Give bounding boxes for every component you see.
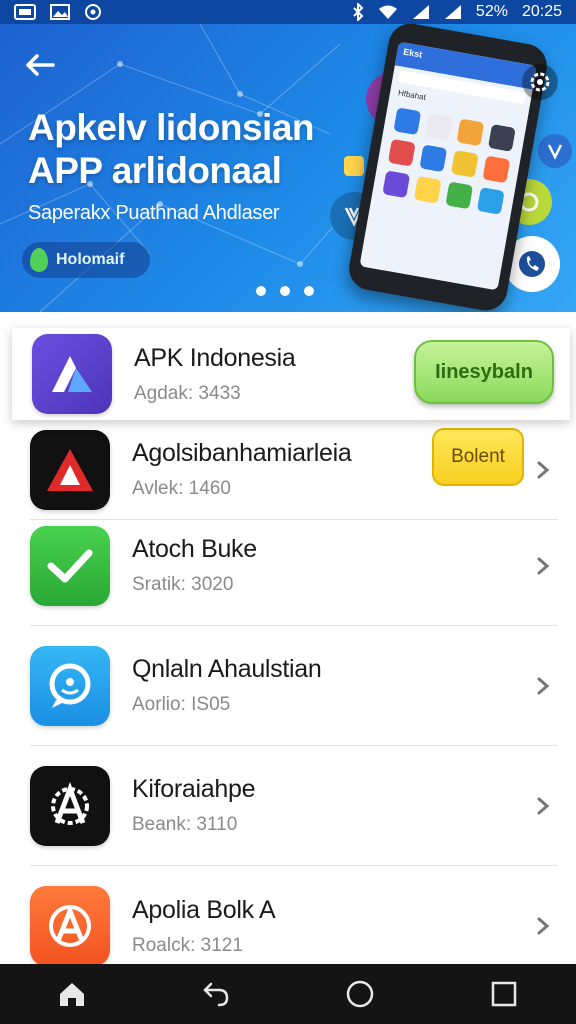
phone-grid-item xyxy=(476,187,505,215)
signal-icon-2 xyxy=(444,4,462,20)
banner-pill-label: Holomaif xyxy=(56,251,125,268)
phone-grid-item xyxy=(487,124,516,152)
home-circle-button[interactable] xyxy=(330,964,390,1024)
banner-title-line1: Apkelv lidonsian xyxy=(28,107,315,148)
apk-indonesia-icon xyxy=(32,334,112,414)
app-name: Apolia Bolk A xyxy=(132,895,276,924)
app-name: Kiforaiahpe xyxy=(132,775,256,803)
app-meta: Avlek: 1460 xyxy=(132,478,231,499)
phone-grid-item xyxy=(387,138,416,167)
carousel-dot[interactable] xyxy=(304,286,314,296)
gear-icon xyxy=(530,72,550,92)
banner-subtitle: Saperakx Puathnad Ahdlaser xyxy=(28,202,280,224)
smile-chat-icon xyxy=(30,645,110,726)
circle-home-icon xyxy=(346,980,374,1008)
phone-grid-item xyxy=(482,155,511,184)
bluetooth-icon xyxy=(352,3,364,21)
chevron-right-icon xyxy=(537,461,550,478)
checkmark-icon xyxy=(30,525,110,606)
promo-banner[interactable]: Apkelv lidonsian APP arlidonaal Saperakx… xyxy=(0,24,576,312)
phone-grid-item xyxy=(424,112,453,141)
action-button[interactable]: Bolent xyxy=(432,428,524,486)
arrow-left-icon xyxy=(26,54,55,76)
bolt-bubble-icon xyxy=(344,156,364,176)
phone-grid-item xyxy=(456,118,485,147)
featured-app-meta: Agdak: 3433 xyxy=(134,382,241,404)
chevron-right-icon xyxy=(537,557,550,574)
chevron-right-icon xyxy=(537,917,550,935)
phone-grid-item xyxy=(445,181,474,210)
app-name: Agolsibanhamiarleia xyxy=(132,439,352,467)
sync-icon xyxy=(84,3,102,21)
featured-app-name: APK Indonesia xyxy=(134,343,296,372)
carousel-dot[interactable] xyxy=(280,286,290,296)
undo-back-icon xyxy=(203,982,229,1007)
back-nav-button[interactable] xyxy=(186,964,246,1024)
carousel-indicator xyxy=(256,286,314,296)
app-notification-icon xyxy=(14,4,36,20)
orange-a-icon xyxy=(30,886,110,966)
red-a-icon xyxy=(30,429,110,510)
settings-button[interactable] xyxy=(522,64,558,100)
chevron-right-icon xyxy=(537,797,550,814)
banner-title: Apkelv lidonsian APP arlidonaal xyxy=(28,106,315,192)
phone-grid-item xyxy=(419,144,448,173)
app-meta: Sratik: 3020 xyxy=(132,574,234,595)
app-name: Qnlaln Ahaulstian xyxy=(132,655,322,683)
a-gear-icon xyxy=(30,765,110,846)
phone-grid-item xyxy=(393,107,422,136)
phone-screen: Ekst Hfbahat xyxy=(359,41,537,291)
clock: 20:25 xyxy=(521,3,562,20)
app-name: Atoch Buke xyxy=(132,535,257,563)
install-button[interactable]: Iinesybaln xyxy=(414,340,554,404)
list-item[interactable]: Kiforaiahpe Beank: 3110 xyxy=(30,746,558,866)
square-recents-icon xyxy=(491,981,517,1007)
app-meta: Roalck: 3121 xyxy=(132,934,243,956)
list-item[interactable]: Qnlaln Ahaulstian Aorlio: IS05 xyxy=(30,626,558,746)
phone-grid-item xyxy=(413,175,442,204)
phone-grid-item xyxy=(450,149,479,178)
list-item[interactable]: Atoch Buke Sratik: 3020 xyxy=(30,506,558,626)
app-meta: Beank: 3110 xyxy=(132,814,238,835)
back-button[interactable] xyxy=(20,50,60,80)
battery-text: 52% xyxy=(475,3,508,20)
home-button[interactable] xyxy=(42,964,102,1024)
app-meta: Aorlio: IS05 xyxy=(132,694,231,715)
chevron-right-icon xyxy=(537,677,550,694)
carousel-dot[interactable] xyxy=(256,286,266,296)
banner-title-line2: APP arlidonaal xyxy=(28,150,282,191)
image-icon xyxy=(50,4,70,20)
recents-button[interactable] xyxy=(474,964,534,1024)
signal-icon xyxy=(412,4,430,20)
home-icon xyxy=(60,983,84,1006)
wifi-icon xyxy=(378,4,398,20)
featured-app-card[interactable]: APK Indonesia Agdak: 3433 Iinesybaln xyxy=(12,328,570,420)
blue-mini-bubble-icon xyxy=(538,134,572,168)
phone-grid-item xyxy=(382,170,411,199)
system-navigation-bar xyxy=(0,964,576,1024)
status-bar: 52% 20:25 xyxy=(0,0,576,24)
leaf-icon xyxy=(30,248,48,272)
banner-pill-button[interactable]: Holomaif xyxy=(22,242,150,278)
